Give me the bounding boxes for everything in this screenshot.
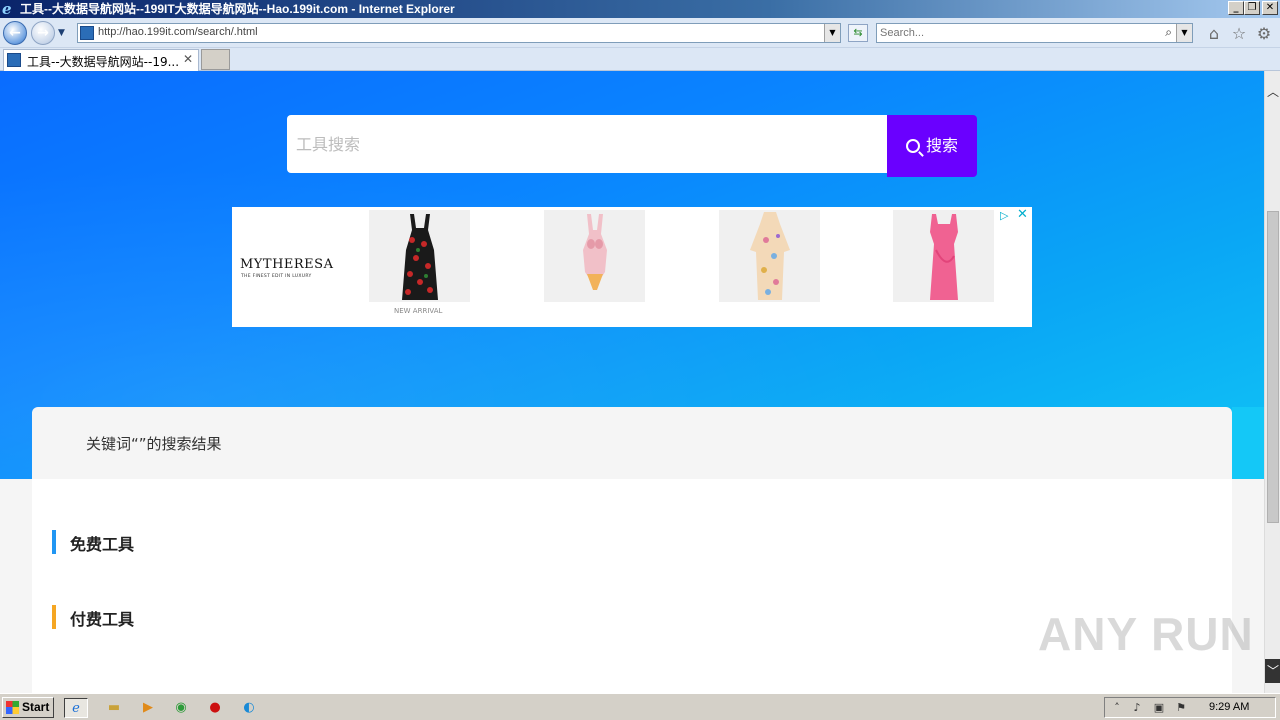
adchoices-icon[interactable]: ▷ <box>1000 209 1008 222</box>
ad-product-caption: NEW ARRIVAL <box>394 307 443 315</box>
home-icon[interactable]: ⌂ <box>1205 25 1223 43</box>
back-button[interactable]: ← <box>3 21 27 45</box>
taskbar-chrome-icon[interactable]: ◉ <box>169 698 193 718</box>
site-favicon-icon <box>80 26 94 40</box>
ad-product-1[interactable] <box>369 210 470 302</box>
site-search-field[interactable] <box>287 115 887 173</box>
tab-active[interactable]: 工具--大数据导航网站--19... ✕ <box>3 49 199 71</box>
favorites-star-icon[interactable]: ☆ <box>1230 25 1248 43</box>
browser-search-box[interactable]: ⌕ ▼ <box>876 23 1193 43</box>
forward-button[interactable]: → <box>31 21 55 45</box>
address-url[interactable]: http://hao.199it.com/search/.html <box>98 26 258 38</box>
tab-favicon-icon <box>7 53 21 67</box>
clock[interactable]: 9:29 AM <box>1209 701 1249 713</box>
restore-button[interactable]: ❐ <box>1244 1 1260 15</box>
new-tab-button[interactable] <box>201 49 230 70</box>
black-floral-dress-image <box>401 214 438 300</box>
category-label: 免费工具 <box>70 535 135 554</box>
start-label: Start <box>22 700 50 714</box>
site-search-button[interactable]: 搜索 <box>887 115 977 177</box>
ad-banner[interactable]: MYTHERESA THE FINEST EDIT IN LUXURY NEW … <box>232 207 1032 327</box>
action-center-flag-icon[interactable]: ⚑ <box>1173 700 1189 716</box>
ad-close-icon[interactable]: ✕ <box>1017 207 1028 222</box>
tray-expand-icon[interactable]: ˄ <box>1109 700 1125 716</box>
browser-search-input[interactable] <box>880 25 1150 41</box>
scroll-thumb[interactable] <box>1267 211 1279 523</box>
ad-brand: MYTHERESA <box>240 257 334 272</box>
ad-product-4[interactable] <box>893 210 994 302</box>
taskbar-media-icon[interactable]: ▶ <box>136 698 160 718</box>
site-search: 搜索 <box>287 115 977 177</box>
printed-kaftan-image <box>749 212 790 300</box>
results-header: 关键词“”的搜索结果 <box>32 407 1232 479</box>
ie-logo-icon: e <box>2 0 12 18</box>
history-dropdown-icon[interactable]: ▼ <box>58 28 68 38</box>
window-title: 工具--大数据导航网站--199IT大数据导航网站--Hao.199it.com… <box>20 2 455 16</box>
anyrun-watermark: ANY RUN <box>1038 608 1254 660</box>
ad-product-2[interactable] <box>544 210 645 302</box>
vertical-scrollbar[interactable]: ︿ ﹀ <box>1264 71 1280 693</box>
category-accent-bar <box>52 530 56 554</box>
taskbar-ie-icon[interactable]: e <box>64 698 88 718</box>
search-icon <box>905 139 920 153</box>
pink-dress-image <box>929 214 958 300</box>
taskbar-edge-icon[interactable]: ◐ <box>237 698 261 718</box>
address-dropdown-icon[interactable]: ▼ <box>824 24 840 42</box>
taskbar-explorer-icon[interactable]: ▬ <box>102 698 126 718</box>
gear-icon[interactable]: ⚙ <box>1255 25 1273 43</box>
page-viewport: 搜索 MYTHERESA THE FINEST EDIT IN LUXURY <box>0 71 1264 693</box>
ad-product-3[interactable] <box>719 210 820 302</box>
network-icon[interactable]: ▣ <box>1151 700 1167 716</box>
hero-edge <box>1232 407 1264 479</box>
tab-label: 工具--大数据导航网站--19... <box>27 55 180 69</box>
close-window-button[interactable]: ✕ <box>1262 1 1278 15</box>
site-search-input[interactable] <box>296 133 856 155</box>
refresh-compat-button[interactable]: ⇆ <box>848 24 868 42</box>
title-bar: e 工具--大数据导航网站--199IT大数据导航网站--Hao.199it.c… <box>0 0 1280 18</box>
tab-close-icon[interactable]: ✕ <box>183 52 193 66</box>
taskbar-opera-icon[interactable]: ● <box>203 698 227 718</box>
system-tray: ˄ ♪ ▣ ⚑ 9:29 AM <box>1104 697 1276 718</box>
search-icon[interactable]: ⌕ <box>1165 25 1172 40</box>
volume-icon[interactable]: ♪ <box>1129 700 1145 716</box>
scroll-down-icon[interactable]: ﹀ <box>1265 659 1280 683</box>
category-free-tools[interactable]: 免费工具 <box>52 530 352 554</box>
windows-flag-icon <box>6 701 19 714</box>
search-button-label: 搜索 <box>925 136 958 155</box>
scroll-up-icon[interactable]: ︿ <box>1265 83 1280 99</box>
pink-swimsuit-image <box>582 214 607 290</box>
taskbar: Start e ▬ ▶ ◉ ● ◐ ˄ ♪ ▣ ⚑ 9:29 AM <box>0 693 1280 720</box>
address-bar[interactable]: http://hao.199it.com/search/.html ▼ <box>77 23 841 43</box>
start-button[interactable]: Start <box>2 697 54 718</box>
ad-tagline: THE FINEST EDIT IN LUXURY <box>241 274 312 279</box>
category-label: 付费工具 <box>70 610 135 629</box>
category-accent-bar <box>52 605 56 629</box>
minimize-button[interactable]: _ <box>1228 1 1244 15</box>
results-heading: 关键词“”的搜索结果 <box>86 435 222 453</box>
category-paid-tools[interactable]: 付费工具 <box>52 605 352 629</box>
search-dropdown-icon[interactable]: ▼ <box>1176 24 1192 42</box>
